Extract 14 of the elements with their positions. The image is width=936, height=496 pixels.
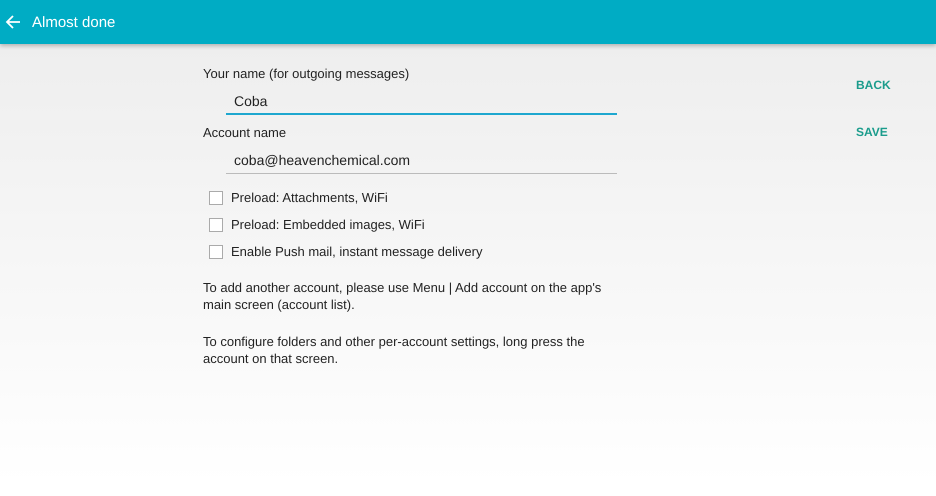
screen-title: Almost done [32,14,116,30]
input-field[interactable]: Coba [226,91,617,115]
back-icon[interactable] [4,13,22,31]
checkbox[interactable] [209,218,223,232]
help-text: To configure folders and other per-account settings, long press the account on that screen. [203,333,586,367]
checkbox[interactable] [209,190,223,204]
checkbox-label: Enable Push mail, instant message delivery [231,244,482,259]
field-label: Your name (for outgoing messages) [203,66,410,81]
checkbox[interactable] [209,244,223,258]
checkbox-label: Preload: Attachments, WiFi [231,190,388,205]
checkbox-label: Preload: Embedded images, WiFi [231,217,425,232]
field-label: Account name [203,125,288,140]
help-text: To add another account, please use Menu | Add account on the app's main screen (account list). [203,279,602,313]
input-field[interactable]: coba@heavenchemical.com [226,150,617,174]
